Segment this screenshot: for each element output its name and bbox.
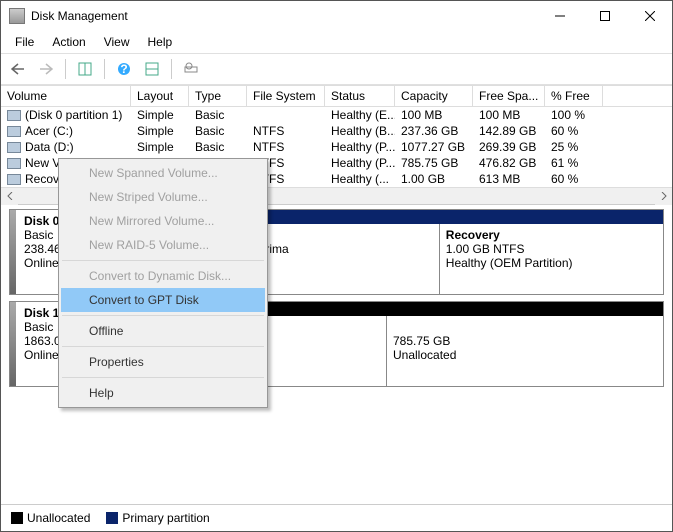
partition-detail: Unallocated — [393, 348, 456, 362]
col-type[interactable]: Type — [189, 86, 247, 106]
svg-text:?: ? — [120, 62, 127, 76]
settings-icon[interactable] — [180, 58, 202, 80]
legend-unallocated: Unallocated — [11, 511, 90, 525]
menu-convert-dynamic[interactable]: Convert to Dynamic Disk... — [61, 264, 265, 288]
menu-separator — [62, 315, 264, 316]
app-icon — [9, 8, 25, 24]
table-row[interactable]: Data (D:)SimpleBasicNTFSHealthy (P...107… — [1, 139, 672, 155]
partition-size: 785.75 GB — [393, 334, 450, 348]
legend-primary: Primary partition — [106, 511, 209, 525]
partition-cell[interactable]: Recovery 1.00 GB NTFS Healthy (OEM Parti… — [440, 224, 663, 294]
toolbar-separator — [65, 59, 66, 79]
view-options-icon[interactable] — [74, 58, 96, 80]
disk-status: Online — [24, 256, 59, 270]
layout-icon[interactable] — [141, 58, 163, 80]
menu-convert-gpt[interactable]: Convert to GPT Disk — [61, 288, 265, 312]
partition-fs: 1.00 GB NTFS — [446, 242, 525, 256]
disk-stripe-icon — [10, 302, 16, 386]
menu-help[interactable]: Help — [61, 381, 265, 405]
disk-name: Disk 0 — [24, 214, 59, 228]
column-headers: Volume Layout Type File System Status Ca… — [1, 85, 672, 107]
menu-separator — [62, 377, 264, 378]
menu-separator — [62, 346, 264, 347]
volume-icon — [7, 110, 21, 121]
menu-new-raid5[interactable]: New RAID-5 Volume... — [61, 233, 265, 257]
menu-new-striped[interactable]: New Striped Volume... — [61, 185, 265, 209]
col-filesystem[interactable]: File System — [247, 86, 325, 106]
menu-properties[interactable]: Properties — [61, 350, 265, 374]
toolbar-separator — [104, 59, 105, 79]
col-freespace[interactable]: Free Spa... — [473, 86, 545, 106]
toolbar-separator — [171, 59, 172, 79]
menu-bar: File Action View Help — [1, 31, 672, 53]
window-title: Disk Management — [31, 9, 537, 23]
col-pctfree[interactable]: % Free — [545, 86, 603, 106]
table-row[interactable]: Acer (C:)SimpleBasicNTFSHealthy (B...237… — [1, 123, 672, 139]
partition-detail: Healthy (OEM Partition) — [446, 256, 573, 270]
disk-status: Online — [24, 348, 59, 362]
minimize-button[interactable] — [537, 1, 582, 31]
menu-view[interactable]: View — [96, 33, 138, 51]
disk-stripe-icon — [10, 210, 16, 294]
forward-button[interactable] — [35, 58, 57, 80]
scroll-left-icon[interactable] — [1, 188, 18, 205]
menu-separator — [62, 260, 264, 261]
toolbar: ? — [1, 53, 672, 85]
volume-icon — [7, 174, 21, 185]
disk-type: Basic — [24, 228, 53, 242]
scroll-right-icon[interactable] — [655, 188, 672, 205]
col-volume[interactable]: Volume — [1, 86, 131, 106]
menu-help[interactable]: Help — [140, 33, 181, 51]
menu-new-spanned[interactable]: New Spanned Volume... — [61, 161, 265, 185]
table-row[interactable]: (Disk 0 partition 1)SimpleBasicHealthy (… — [1, 107, 672, 123]
help-icon[interactable]: ? — [113, 58, 135, 80]
menu-offline[interactable]: Offline — [61, 319, 265, 343]
col-status[interactable]: Status — [325, 86, 395, 106]
volume-icon — [7, 158, 21, 169]
close-button[interactable] — [627, 1, 672, 31]
volume-icon — [7, 142, 21, 153]
maximize-button[interactable] — [582, 1, 627, 31]
col-capacity[interactable]: Capacity — [395, 86, 473, 106]
partition-name: Recovery — [446, 228, 500, 242]
legend: Unallocated Primary partition — [1, 504, 672, 531]
disk-name: Disk 1 — [24, 306, 59, 320]
legend-swatch-icon — [106, 512, 118, 524]
menu-action[interactable]: Action — [44, 33, 93, 51]
back-button[interactable] — [7, 58, 29, 80]
context-menu: New Spanned Volume... New Striped Volume… — [58, 158, 268, 408]
volume-icon — [7, 126, 21, 137]
legend-swatch-icon — [11, 512, 23, 524]
menu-new-mirrored[interactable]: New Mirrored Volume... — [61, 209, 265, 233]
title-bar: Disk Management — [1, 1, 672, 31]
col-layout[interactable]: Layout — [131, 86, 189, 106]
menu-file[interactable]: File — [7, 33, 42, 51]
disk-type: Basic — [24, 320, 53, 334]
partition-cell[interactable]: 785.75 GB Unallocated — [387, 316, 663, 386]
